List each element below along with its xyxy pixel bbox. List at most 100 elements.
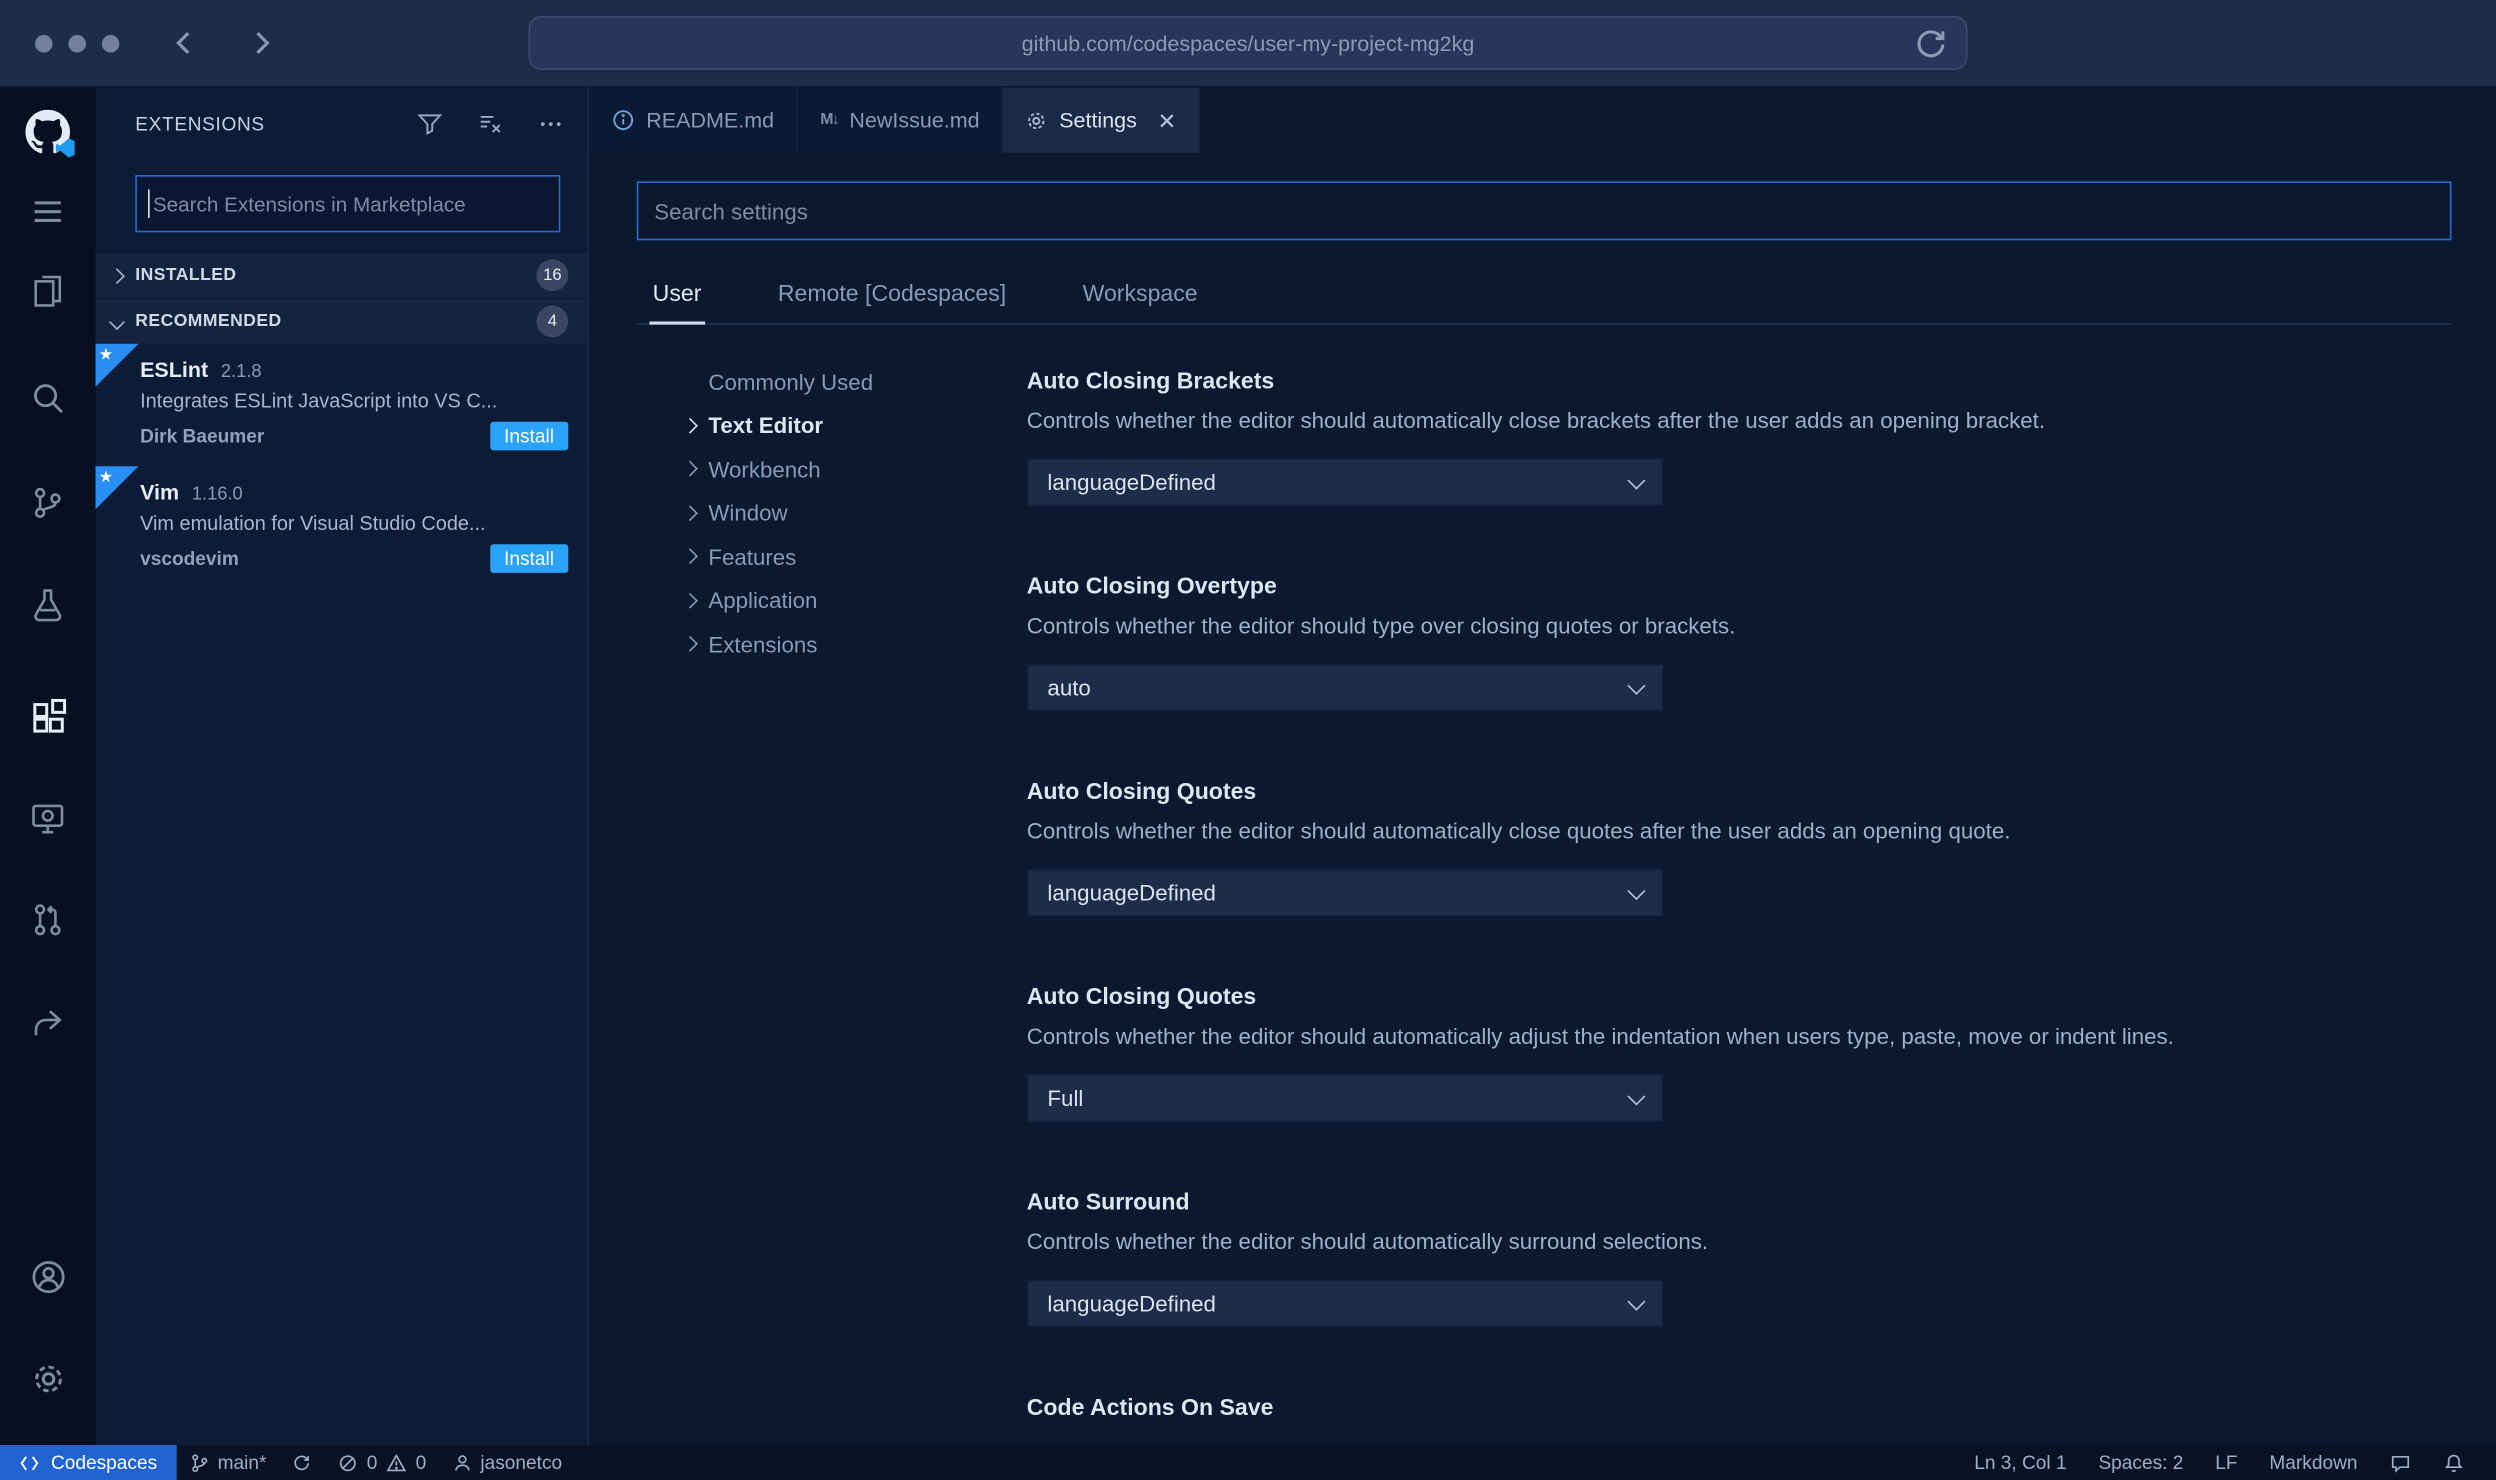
toc-extensions[interactable]: Extensions bbox=[681, 622, 1026, 666]
github-logo-icon[interactable] bbox=[0, 97, 96, 167]
extension-author: Dirk Baeumer bbox=[140, 424, 265, 448]
setting-description: Controls whether the editor should autom… bbox=[1026, 817, 2011, 844]
toc-text-editor[interactable]: Text Editor bbox=[681, 403, 1026, 447]
section-label: INSTALLED bbox=[135, 265, 237, 285]
settings-list: Auto Closing Brackets Controls whether t… bbox=[1026, 325, 2436, 1445]
chevron-right-icon bbox=[682, 461, 698, 477]
problems-status-item[interactable]: 0 0 bbox=[325, 1445, 439, 1480]
tab-label: NewIssue.md bbox=[849, 108, 980, 133]
feedback-icon[interactable] bbox=[2373, 1445, 2427, 1480]
extensions-search bbox=[135, 175, 561, 233]
setting-select[interactable]: languageDefined bbox=[1026, 868, 1664, 917]
recommended-ribbon-icon: ★ bbox=[95, 466, 139, 510]
sidebar-header: EXTENSIONS bbox=[96, 88, 588, 160]
activity-bar bbox=[0, 87, 96, 1445]
share-arrow-icon[interactable] bbox=[0, 988, 96, 1058]
install-button[interactable]: Install bbox=[489, 544, 569, 573]
explorer-icon[interactable] bbox=[0, 256, 96, 326]
indentation-item[interactable]: Spaces: 2 bbox=[2083, 1445, 2200, 1480]
chevron-down-icon bbox=[1627, 1291, 1646, 1310]
clear-list-icon[interactable] bbox=[476, 109, 505, 138]
scope-tab-remote[interactable]: Remote [Codespaces] bbox=[775, 272, 1010, 323]
codespaces-status-button[interactable]: Codespaces bbox=[0, 1444, 177, 1480]
settings-editor: User Remote [Codespaces] Workspace Commo… bbox=[589, 153, 2496, 1445]
markdown-icon: M↓ bbox=[820, 111, 840, 129]
settings-search bbox=[636, 181, 2496, 241]
setting-title: Code Actions On Save bbox=[1026, 1395, 1274, 1422]
chevron-right-icon bbox=[682, 636, 698, 652]
text-caret bbox=[148, 189, 150, 219]
scope-tab-user[interactable]: User bbox=[649, 272, 704, 325]
setting-description: Controls whether the editor should autom… bbox=[1026, 407, 2046, 433]
person-icon bbox=[454, 1454, 470, 1470]
refresh-icon[interactable] bbox=[1912, 25, 1950, 63]
settings-search-input[interactable] bbox=[636, 181, 2452, 241]
setting-title: Auto Closing Brackets bbox=[1026, 369, 1275, 395]
extensions-icon[interactable] bbox=[0, 681, 96, 751]
browser-window: github.com/codespaces/user-my-project-mg… bbox=[0, 0, 2496, 1480]
toc-commonly-used[interactable]: Commonly Used bbox=[681, 360, 1026, 404]
eol-item[interactable]: LF bbox=[2199, 1445, 2253, 1480]
more-actions-icon[interactable] bbox=[536, 109, 565, 138]
chevron-right-icon bbox=[682, 504, 698, 521]
setting-title: Auto Surround bbox=[1026, 1190, 1190, 1216]
user-status-item[interactable]: jasonetco bbox=[439, 1445, 575, 1480]
section-label: RECOMMENDED bbox=[135, 311, 282, 332]
install-button[interactable]: Install bbox=[489, 421, 569, 451]
back-arrow-icon[interactable] bbox=[167, 25, 202, 60]
language-mode-item[interactable]: Markdown bbox=[2253, 1445, 2373, 1480]
sidebar-title: EXTENSIONS bbox=[135, 112, 265, 135]
tab-settings[interactable]: Settings ✕ bbox=[1003, 87, 1201, 153]
setting-select[interactable]: languageDefined bbox=[1026, 1279, 1664, 1328]
menu-icon[interactable] bbox=[0, 177, 96, 247]
settings-gear-icon[interactable] bbox=[0, 1343, 96, 1413]
select-value: auto bbox=[1047, 674, 1091, 701]
sync-status-item[interactable] bbox=[279, 1445, 325, 1480]
setting-select[interactable]: auto bbox=[1026, 663, 1664, 712]
scope-tab-workspace[interactable]: Workspace bbox=[1079, 272, 1200, 323]
close-icon[interactable]: ✕ bbox=[1158, 109, 1177, 131]
setting-description: Controls whether the editor should autom… bbox=[1026, 1228, 1709, 1255]
section-recommended[interactable]: RECOMMENDED 4 bbox=[95, 297, 588, 344]
notifications-bell-icon[interactable] bbox=[2428, 1445, 2481, 1480]
extensions-search-input[interactable] bbox=[135, 175, 561, 233]
pull-requests-icon[interactable] bbox=[0, 885, 96, 955]
tab-readme[interactable]: README.md bbox=[588, 87, 798, 153]
extension-item-eslint[interactable]: ★ ESLint 2.1.8 Integrates ESLint JavaScr… bbox=[95, 343, 588, 467]
setting-auto-surround: Auto Surround Controls whether the edito… bbox=[1026, 1190, 2436, 1328]
section-installed[interactable]: INSTALLED 16 bbox=[95, 251, 588, 298]
window-maximize-button[interactable] bbox=[101, 34, 120, 52]
chevron-down-icon bbox=[109, 313, 125, 330]
sync-icon bbox=[295, 1454, 310, 1470]
forward-arrow-icon[interactable] bbox=[244, 25, 279, 60]
toc-workbench[interactable]: Workbench bbox=[681, 447, 1026, 491]
account-icon[interactable] bbox=[0, 1241, 96, 1311]
status-bar: Codespaces main* 0 0 jasonetco Ln 3, Col… bbox=[0, 1444, 2496, 1480]
window-close-button[interactable] bbox=[35, 34, 53, 52]
remote-explorer-icon[interactable] bbox=[0, 783, 96, 853]
warning-icon bbox=[386, 1453, 407, 1471]
tab-newissue[interactable]: M↓ NewIssue.md bbox=[797, 87, 1004, 153]
setting-select[interactable]: Full bbox=[1026, 1074, 1664, 1122]
error-icon bbox=[340, 1454, 357, 1471]
recommended-count-badge: 4 bbox=[536, 305, 569, 338]
toc-window[interactable]: Window bbox=[681, 491, 1026, 535]
source-control-icon[interactable] bbox=[0, 468, 96, 538]
extensions-sidebar: EXTENSIONS I bbox=[95, 87, 589, 1445]
window-minimize-button[interactable] bbox=[68, 34, 86, 52]
address-bar[interactable]: github.com/codespaces/user-my-project-mg… bbox=[528, 15, 1968, 71]
search-icon[interactable] bbox=[0, 363, 96, 433]
setting-select[interactable]: languageDefined bbox=[1026, 458, 1664, 507]
toc-application[interactable]: Application bbox=[681, 578, 1026, 622]
extension-item-vim[interactable]: ★ Vim 1.16.0 Vim emulation for Visual St… bbox=[95, 466, 588, 589]
installed-count-badge: 16 bbox=[536, 259, 569, 292]
select-value: languageDefined bbox=[1047, 1290, 1216, 1317]
setting-auto-closing-brackets: Auto Closing Brackets Controls whether t… bbox=[1026, 369, 2436, 507]
toc-features[interactable]: Features bbox=[681, 535, 1026, 579]
branch-status-item[interactable]: main* bbox=[176, 1445, 279, 1480]
test-beaker-icon[interactable] bbox=[0, 570, 96, 640]
filter-icon[interactable] bbox=[415, 109, 444, 138]
cursor-position-item[interactable]: Ln 3, Col 1 bbox=[1958, 1445, 2082, 1480]
chevron-down-icon bbox=[1627, 881, 1646, 900]
settings-toc: Commonly Used Text Editor Workbench Wind… bbox=[637, 325, 1027, 1445]
